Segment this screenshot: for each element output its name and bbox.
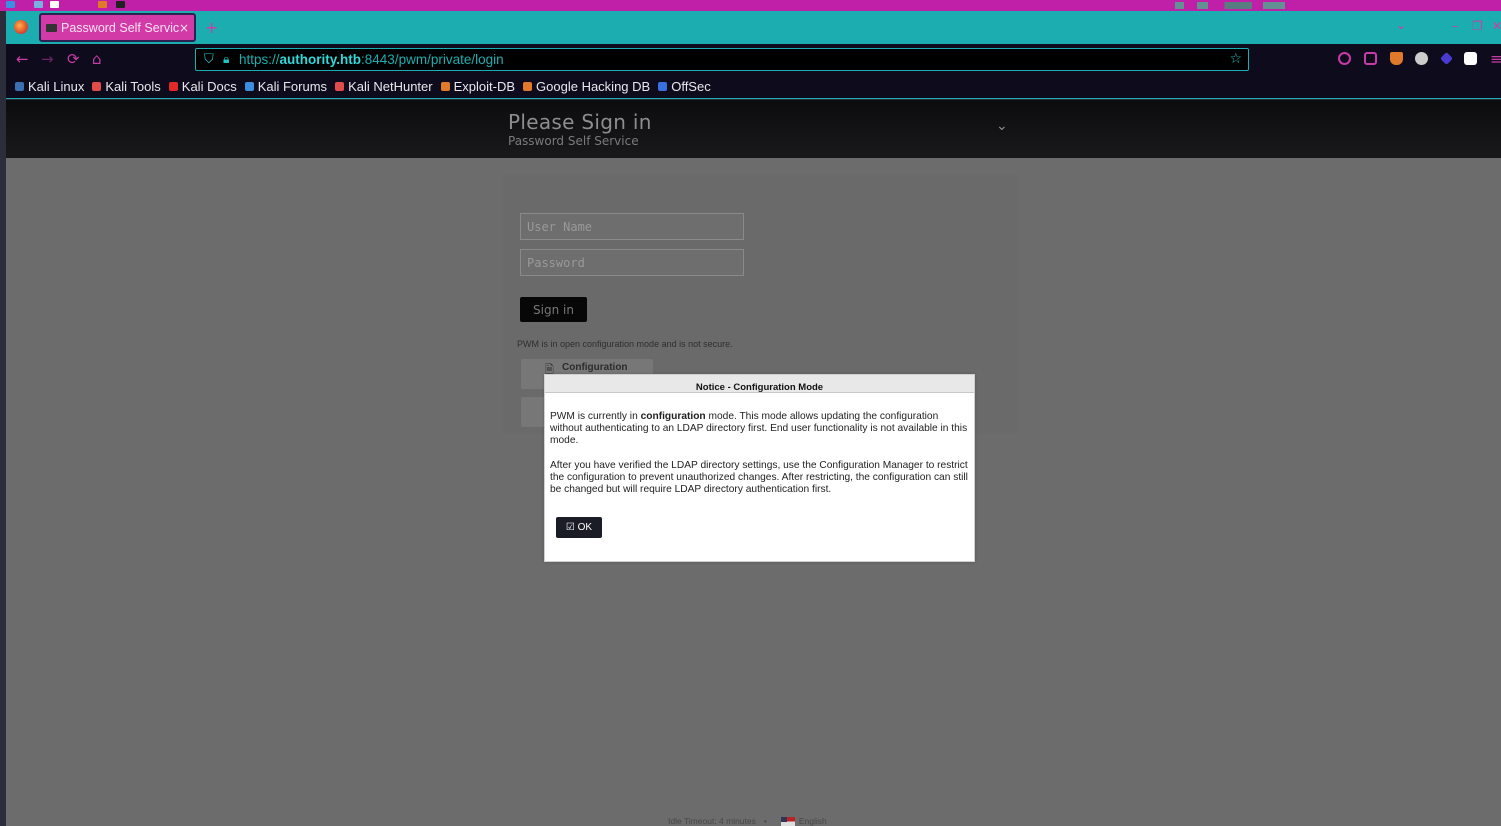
list-tabs-button[interactable]: ⌄ — [1396, 18, 1406, 32]
bookmark-kali-linux[interactable]: Kali Linux — [15, 79, 84, 94]
page-footer: Idle Timeout: 4 minutes • English — [668, 816, 827, 826]
username-input[interactable] — [521, 214, 743, 239]
exploit-db-icon — [440, 82, 450, 91]
us-flag-icon — [780, 816, 795, 826]
bookmark-star-icon[interactable]: ☆ — [1229, 51, 1242, 67]
tab-password-self-service[interactable]: Password Self Service × — [39, 13, 196, 42]
app-menu-icon[interactable] — [6, 1, 15, 8]
sign-in-button[interactable]: Sign in — [520, 297, 587, 322]
bookmark-kali-forums[interactable]: Kali Forums — [244, 79, 327, 94]
configuration-label: Configuration — [562, 362, 628, 373]
cpu-graph — [1175, 2, 1285, 9]
terminal-icon[interactable] — [50, 1, 59, 8]
minimize-button[interactable]: – — [1452, 19, 1458, 33]
bookmark-offsec[interactable]: OffSec — [658, 79, 711, 94]
wappalyzer-icon[interactable] — [1415, 52, 1428, 65]
pocket-icon[interactable] — [1338, 52, 1351, 65]
page-header: Please Sign in Password Self Service ⌄ — [6, 100, 1501, 158]
reload-button[interactable]: ⟳ — [67, 50, 80, 68]
pwm-favicon-icon — [46, 24, 57, 32]
password-input[interactable] — [521, 250, 743, 275]
bookmarks-toolbar: Kali Linux Kali Tools Kali Docs Kali For… — [6, 75, 1501, 99]
checkbox-icon: ☑ — [565, 522, 575, 533]
dialog-paragraph-1: PWM is currently in configuration mode. … — [550, 411, 968, 447]
ok-button[interactable]: ☑ OK — [556, 517, 602, 538]
browser-tab-bar: Password Self Service × + ⌄ – ❐ ✕ — [6, 11, 1501, 44]
bookmark-google-hacking-db[interactable]: Google Hacking DB — [523, 79, 650, 94]
kali-dragon-icon — [15, 82, 24, 91]
kali-docs-icon — [168, 82, 178, 91]
back-button[interactable]: ← — [16, 50, 29, 68]
navigation-toolbar: ← → ⟳ ⌂ ⛉ 🔒︎ https://authority.htb:8443/… — [6, 44, 1501, 75]
kali-tools-icon — [92, 82, 102, 91]
url-text[interactable]: https://authority.htb:8443/pwm/private/l… — [239, 52, 504, 67]
forward-button[interactable]: → — [41, 50, 54, 68]
web-page: Please Sign in Password Self Service ⌄ S… — [6, 100, 1501, 826]
bookmark-kali-nethunter[interactable]: Kali NetHunter — [335, 79, 433, 94]
page-title: Please Sign in — [508, 110, 652, 134]
address-bar[interactable]: ⛉ 🔒︎ https://authority.htb:8443/pwm/priv… — [195, 48, 1249, 71]
extension-diamond-icon[interactable] — [1440, 52, 1453, 65]
password-field[interactable] — [520, 249, 744, 276]
close-tab-icon[interactable]: × — [179, 21, 189, 35]
menu-icon[interactable]: ≡ — [1490, 50, 1501, 68]
configuration-mode-dialog: Notice - Configuration Mode PWM is curre… — [544, 374, 975, 562]
ghdb-icon — [523, 82, 533, 91]
maximize-button[interactable]: ❐ — [1472, 19, 1483, 33]
ok-label: OK — [577, 522, 593, 533]
dialog-body: PWM is currently in configuration mode. … — [550, 411, 971, 508]
extensions-icon[interactable] — [1364, 52, 1377, 65]
browser-launcher-icon[interactable] — [98, 1, 107, 8]
footer-separator: • — [763, 816, 767, 826]
kali-forums-icon — [244, 82, 254, 91]
page-subtitle: Password Self Service — [508, 134, 639, 148]
chevron-down-icon[interactable]: ⌄ — [996, 118, 1008, 134]
new-tab-button[interactable]: + — [205, 18, 218, 37]
idle-timeout-text: Idle Timeout: 4 minutes — [668, 816, 756, 826]
tracking-protection-shield-icon[interactable]: ⛉ — [204, 52, 214, 67]
lock-icon[interactable]: 🔒︎ — [223, 52, 229, 67]
dialog-paragraph-2: After you have verified the LDAP directo… — [550, 459, 968, 496]
offsec-icon — [658, 82, 668, 91]
language-selector[interactable]: English — [799, 816, 827, 826]
close-window-button[interactable]: ✕ — [1492, 19, 1501, 33]
bookmark-exploit-db[interactable]: Exploit-DB — [440, 79, 515, 94]
nethunter-icon — [335, 82, 345, 91]
desktop-top-panel — [0, 0, 1501, 11]
open-config-notice: PWM is in open configuration mode and is… — [517, 339, 733, 349]
foxyproxy-icon[interactable] — [1390, 52, 1403, 65]
files-icon[interactable] — [34, 1, 43, 8]
extension-badge-icon[interactable] — [1464, 52, 1477, 65]
terminal-launcher-icon[interactable] — [116, 1, 125, 8]
bookmark-kali-tools[interactable]: Kali Tools — [92, 79, 161, 94]
bookmark-kali-docs[interactable]: Kali Docs — [168, 79, 237, 94]
tab-title: Password Self Service — [61, 21, 179, 35]
home-button[interactable]: ⌂ — [92, 50, 102, 68]
firefox-icon[interactable] — [14, 20, 28, 34]
username-field[interactable] — [520, 213, 744, 240]
dialog-titlebar: Notice - Configuration Mode — [545, 375, 974, 393]
dialog-title: Notice - Configuration Mode — [695, 382, 824, 393]
